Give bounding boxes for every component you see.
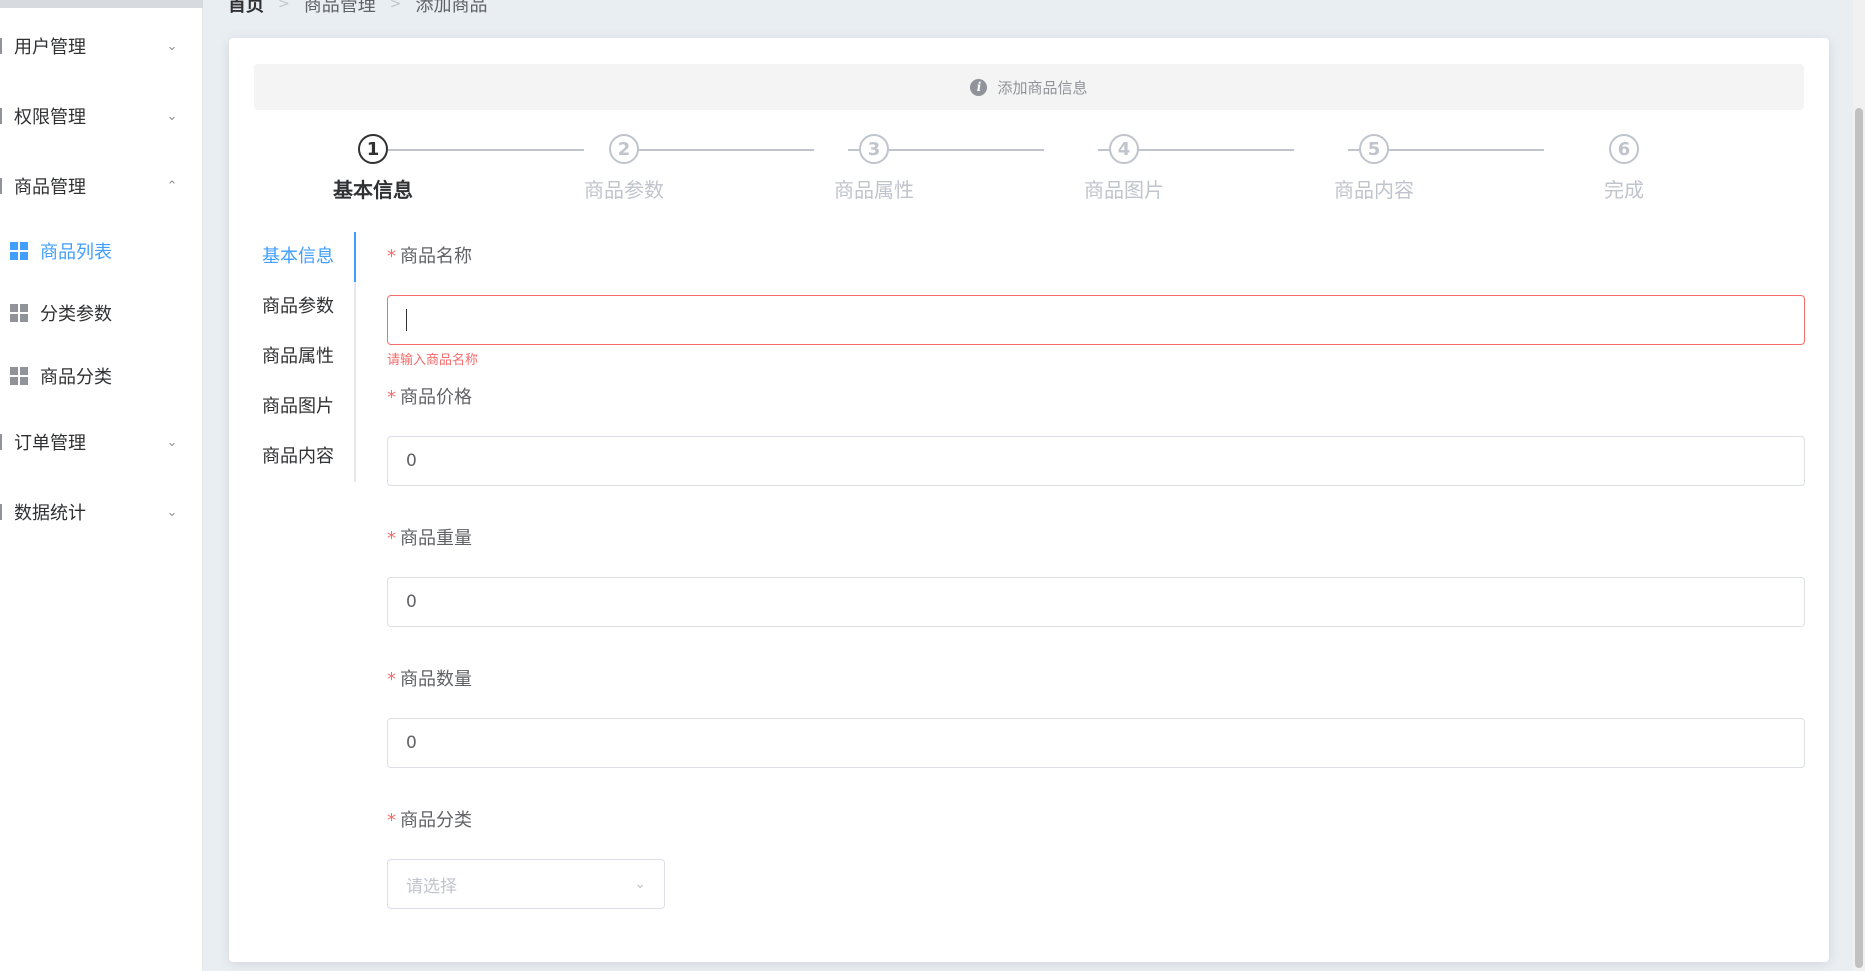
- page-scrollbar[interactable]: [1853, 0, 1865, 971]
- goods-number-label: * 商品数量: [387, 668, 472, 692]
- info-alert: i 添加商品信息: [254, 64, 1804, 110]
- goods-name-input[interactable]: [387, 295, 1805, 345]
- tab-basic-info[interactable]: 基本信息: [254, 232, 354, 282]
- required-mark: *: [387, 387, 396, 408]
- scrollbar-thumb[interactable]: [1855, 108, 1863, 968]
- menu-order-management[interactable]: 订单管理 ⌄: [0, 414, 203, 470]
- goods-weight-label-text: 商品重量: [400, 528, 472, 549]
- breadcrumb-home[interactable]: 首页: [228, 0, 264, 17]
- chevron-up-icon: ⌃: [166, 178, 178, 194]
- step-title: 商品内容: [1334, 178, 1414, 202]
- step-4-icon: 4: [1109, 134, 1139, 164]
- grid-icon: [10, 367, 28, 385]
- menu-user-management[interactable]: 用户管理 ⌄: [0, 18, 203, 74]
- step-1-icon: 1: [358, 134, 388, 164]
- breadcrumb: 首页 > 商品管理 > 添加商品: [228, 0, 487, 16]
- goods-name-label: * 商品名称: [387, 245, 472, 269]
- sidebar-item-label: 分类参数: [40, 304, 112, 325]
- sidebar-item-goods-list[interactable]: 商品列表: [0, 225, 203, 277]
- goods-price-value: 0: [406, 451, 417, 471]
- select-placeholder: 请选择: [406, 876, 457, 897]
- step-5-icon: 5: [1359, 134, 1389, 164]
- step-6-icon: 6: [1609, 134, 1639, 164]
- menu-label: 数据统计: [14, 503, 86, 524]
- goods-category-select[interactable]: 请选择 ⌄: [387, 859, 665, 909]
- tab-goods-params[interactable]: 商品参数: [254, 282, 354, 332]
- step-title: 商品属性: [834, 178, 914, 202]
- step-3-icon: 3: [859, 134, 889, 164]
- menu-label: 订单管理: [14, 433, 86, 454]
- goods-price-input[interactable]: 0: [387, 436, 1805, 486]
- grid-icon: [10, 304, 28, 322]
- step-title: 商品图片: [1084, 178, 1164, 202]
- goods-category-label: * 商品分类: [387, 809, 472, 833]
- menu-permission-management[interactable]: 权限管理 ⌄: [0, 88, 203, 144]
- menu-label: 商品管理: [14, 177, 86, 198]
- sidebar-item-label: 商品列表: [40, 242, 112, 263]
- goods-price-label: * 商品价格: [387, 386, 472, 410]
- sidebar: 用户管理 ⌄ 权限管理 ⌄ 商品管理 ⌃ 商品列表 分类参数 商品分类 订单管理…: [0, 0, 203, 971]
- chevron-down-icon: ⌄: [166, 434, 178, 450]
- menu-label: 权限管理: [14, 107, 86, 128]
- text-caret: [406, 309, 407, 331]
- goods-number-label-text: 商品数量: [400, 669, 472, 690]
- step-connector: [618, 149, 814, 151]
- goods-weight-label: * 商品重量: [387, 527, 472, 551]
- grid-icon: [10, 242, 28, 260]
- breadcrumb-item: 添加商品: [415, 0, 488, 16]
- goods-category-label-text: 商品分类: [400, 810, 472, 831]
- add-goods-card: i 添加商品信息 1 2 3 4 5 6 基本信息 商品参数 商品属性 商品图片…: [229, 38, 1829, 962]
- chevron-down-icon: ⌄: [166, 38, 178, 54]
- lock-icon: [0, 108, 10, 124]
- step-title: 基本信息: [333, 178, 413, 202]
- tab-active-indicator: [354, 232, 356, 282]
- step-2-icon: 2: [609, 134, 639, 164]
- breadcrumb-separator-icon: >: [389, 0, 402, 12]
- goods-weight-input[interactable]: 0: [387, 577, 1805, 627]
- chevron-down-icon: ⌄: [166, 504, 178, 520]
- vertical-tabs: 基本信息 商品参数 商品属性 商品图片 商品内容: [254, 232, 356, 482]
- sidebar-item-label: 商品分类: [40, 367, 112, 388]
- goods-number-value: 0: [406, 733, 417, 753]
- required-mark: *: [387, 669, 396, 690]
- sidebar-top-edge: [0, 0, 203, 8]
- breadcrumb-separator-icon: >: [278, 0, 290, 12]
- goods-name-error: 请输入商品名称: [387, 353, 479, 368]
- goods-number-input[interactable]: 0: [387, 718, 1805, 768]
- goods-weight-value: 0: [406, 592, 417, 612]
- alert-text: 添加商品信息: [997, 78, 1088, 97]
- goods-price-label-text: 商品价格: [400, 387, 472, 408]
- sidebar-item-category-params[interactable]: 分类参数: [0, 287, 203, 339]
- info-icon: i: [970, 78, 988, 96]
- steps-bar: 1 2 3 4 5 6 基本信息 商品参数 商品属性 商品图片 商品内容 完成: [254, 134, 1804, 204]
- tab-goods-content[interactable]: 商品内容: [254, 432, 354, 482]
- order-icon: [0, 434, 10, 450]
- step-title: 完成: [1604, 178, 1644, 202]
- menu-label: 用户管理: [14, 37, 86, 58]
- menu-data-statistics[interactable]: 数据统计 ⌄: [0, 484, 203, 540]
- step-connector: [388, 149, 584, 151]
- sidebar-item-goods-category[interactable]: 商品分类: [0, 350, 203, 402]
- tab-goods-attrs[interactable]: 商品属性: [254, 332, 354, 382]
- required-mark: *: [387, 810, 396, 831]
- required-mark: *: [387, 246, 396, 267]
- goods-icon: [0, 178, 10, 194]
- chevron-down-icon: ⌄: [634, 876, 646, 892]
- menu-goods-management[interactable]: 商品管理 ⌃: [0, 158, 203, 214]
- step-title: 商品参数: [584, 178, 664, 202]
- user-icon: [0, 38, 10, 54]
- breadcrumb-item: 商品管理: [303, 0, 376, 16]
- chevron-down-icon: ⌄: [166, 108, 178, 124]
- tab-goods-images[interactable]: 商品图片: [254, 382, 354, 432]
- required-mark: *: [387, 528, 396, 549]
- goods-name-label-text: 商品名称: [400, 246, 472, 267]
- stats-icon: [0, 504, 10, 520]
